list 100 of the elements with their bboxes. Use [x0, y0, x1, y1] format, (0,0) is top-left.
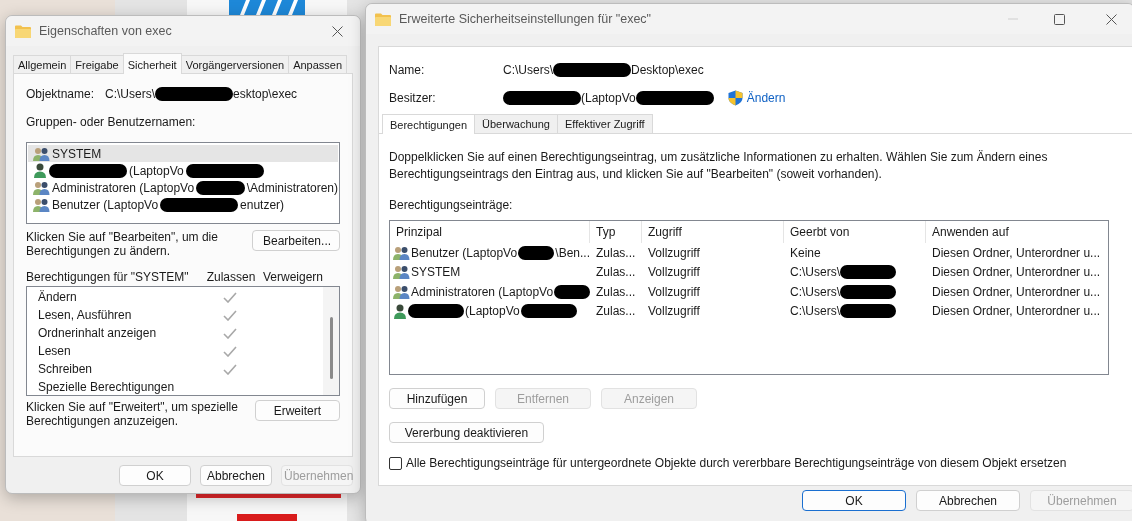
users-icon: [33, 146, 50, 161]
principal-name: \Ben...: [555, 245, 590, 260]
field-label: Name:: [389, 63, 426, 77]
tab[interactable]: Vorgängerversionen: [180, 55, 290, 73]
principal-name: \Administratoren): [246, 180, 338, 195]
table-cell-text: Zulas...: [595, 304, 637, 319]
table-cell-text: Vollzugriff: [647, 245, 701, 260]
tab[interactable]: Berechtigungen: [382, 114, 476, 134]
tab[interactable]: Freigabe: [70, 55, 124, 73]
hint-text: Klicken Sie auf "Erweitert", um spezielle Berechtigungen anzuzeigen.: [26, 400, 239, 428]
description-text: Doppelklicken Sie auf einen Berechtigungseintrag, um zusätzliche Informationen zu erhalten. Wählen Sie zum Ändern eines Berechtigungseintrags den Eintrag aus, und klicken Sie auf "Bearbeiten" (soweit vorhanden).: [389, 149, 1049, 183]
users-icon: [393, 265, 410, 280]
change-link[interactable]: Ändern: [727, 90, 786, 106]
path-text: Desktop\exec: [631, 63, 704, 77]
checkbox-label: Alle Berechtigungseinträge für untergeordnete Objekte durch vererbbare Berechtigungseinträge von diesem Objekt ersetzen: [406, 456, 1067, 470]
column-header: Verweigern: [262, 270, 324, 284]
path-text: C:\Users\: [105, 87, 155, 101]
redaction-mark: [554, 284, 590, 299]
close-icon: [1105, 13, 1117, 25]
users-icon: [33, 180, 50, 195]
checkbox[interactable]: [389, 456, 402, 470]
principal-item[interactable]: (LaptopVo: [28, 162, 338, 179]
principal-name: Administratoren (LaptopVo: [52, 180, 195, 195]
redaction-mark: [840, 304, 896, 319]
maximize-icon: [1053, 13, 1065, 25]
column-header[interactable]: Prinzipal: [390, 221, 590, 243]
table-cell-text: Diesen Ordner, Unterordner u...: [931, 304, 1102, 319]
redaction-mark: [518, 245, 555, 260]
dialog-button[interactable]: OK: [119, 465, 191, 486]
permission-name: Ändern: [37, 290, 78, 304]
hint-text: Klicken Sie auf "Bearbeiten", um die Berechtigungen zu ändern.: [26, 230, 219, 258]
permission-name: Lesen, Ausführen: [37, 308, 133, 322]
tab[interactable]: Allgemein: [13, 55, 72, 73]
inherited-from-text: C:\Users\: [790, 265, 840, 280]
tab[interactable]: Effektiver Zugriff: [556, 114, 653, 133]
dialog-button[interactable]: Abbrechen: [200, 465, 272, 486]
permission-name: Ordnerinhalt anzeigen: [37, 326, 158, 340]
user-icon: [393, 303, 407, 319]
principal-name: Benutzer (LaptopVo: [52, 197, 159, 212]
table-cell-text: Diesen Ordner, Unterordner u...: [931, 265, 1102, 280]
principal-name: (LaptopVo: [465, 304, 520, 319]
redaction-mark: [520, 304, 577, 319]
principal-item[interactable]: Administratoren (LaptopVo \Administratoren): [28, 179, 338, 196]
inherited-from-text: C:\Users\: [790, 304, 840, 319]
table-cell-text: Zulas...: [595, 284, 637, 299]
principal-name: Administratoren (LaptopVo: [411, 284, 554, 299]
folder-icon: [375, 12, 391, 26]
shield-icon: [727, 90, 743, 106]
folder-icon: [15, 24, 31, 38]
edit-button[interactable]: Bearbeiten...: [252, 230, 340, 251]
inherited-from-text: Keine: [790, 245, 821, 260]
dialog-button[interactable]: OK: [802, 490, 906, 511]
field-label: Objektname:: [26, 87, 96, 101]
window-title: Eigenschaften von exec: [39, 24, 173, 38]
users-icon: [393, 284, 410, 299]
table-cell-text: Vollzugriff: [647, 304, 701, 319]
window-title: Erweiterte Sicherheitseinstellungen für "exec": [399, 12, 653, 26]
table-cell-text: Zulas...: [595, 245, 637, 260]
advanced-button[interactable]: Erweitert: [254, 400, 340, 421]
disable-inheritance-button[interactable]: Vererbung deaktivieren: [389, 422, 544, 443]
column-header[interactable]: Zugriff: [642, 221, 784, 243]
users-icon: [393, 245, 410, 260]
column-header[interactable]: Geerbt von: [784, 221, 926, 243]
permission-name: Lesen: [37, 344, 72, 358]
principal-name: Benutzer (LaptopVo: [411, 245, 518, 260]
table-cell-text: Vollzugriff: [647, 265, 701, 280]
field-label: Besitzer:: [389, 91, 437, 105]
section-label: Berechtigungseinträge:: [389, 198, 514, 212]
redaction-mark: [408, 304, 464, 319]
table-cell-text: Vollzugriff: [647, 284, 701, 299]
table-cell-text: Diesen Ordner, Unterordner u...: [931, 284, 1102, 299]
column-header[interactable]: Typ: [590, 221, 642, 243]
redaction-mark: [840, 265, 896, 280]
tab[interactable]: Sicherheit: [122, 53, 182, 74]
redaction-mark: [196, 180, 245, 195]
close-icon: [331, 25, 343, 37]
principal-name: SYSTEM: [52, 146, 102, 161]
section-label: Gruppen- oder Benutzernamen:: [26, 115, 197, 129]
principal-name: (LaptopVo: [129, 163, 184, 178]
redaction-mark: [840, 284, 896, 299]
users-icon: [33, 197, 50, 212]
permission-name: Schreiben: [37, 362, 94, 376]
principal-item[interactable]: SYSTEM: [28, 145, 338, 162]
column-header[interactable]: Anwenden auf: [926, 221, 1108, 243]
section-label: Berechtigungen für "SYSTEM": [26, 270, 190, 284]
principal-name: enutzer): [240, 197, 285, 212]
scrollbar[interactable]: [323, 287, 339, 395]
permission-name: Spezielle Berechtigungen: [37, 380, 176, 394]
user-icon: [33, 163, 47, 178]
path-text: C:\Users\: [503, 63, 553, 77]
tab[interactable]: Anpassen: [288, 55, 348, 73]
principal-item[interactable]: Benutzer (LaptopVo enutzer): [28, 196, 338, 213]
owner-name: (LaptopVo: [581, 91, 636, 105]
entry-button[interactable]: Hinzufügen: [389, 388, 485, 409]
dialog-button[interactable]: Abbrechen: [916, 490, 1020, 511]
column-header: Zulassen: [205, 270, 257, 284]
table-cell-text: Zulas...: [595, 265, 637, 280]
inherited-from-text: C:\Users\: [790, 284, 840, 299]
table-cell-text: Diesen Ordner, Unterordner u...: [931, 245, 1102, 260]
tab[interactable]: Überwachung: [474, 114, 558, 133]
